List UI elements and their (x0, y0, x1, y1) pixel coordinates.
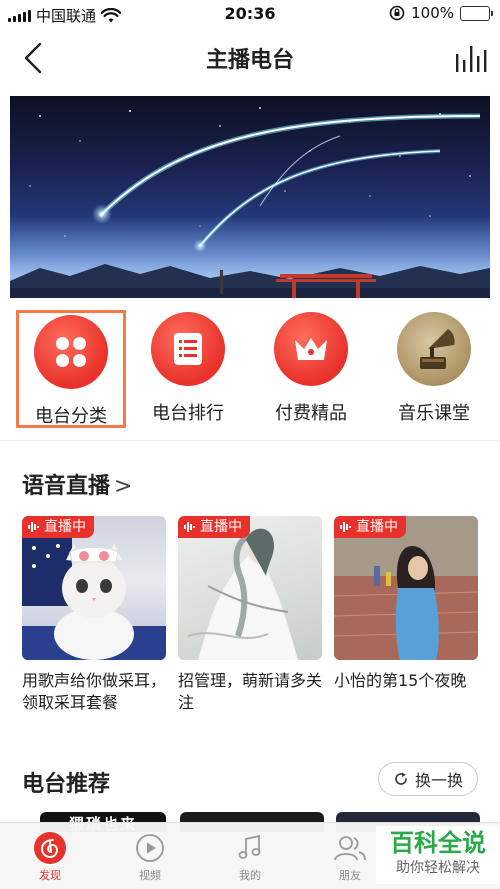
watermark-main: 百科全说 (390, 829, 486, 857)
tab-label: 发现 (39, 869, 61, 882)
play-video-icon (136, 834, 164, 862)
live-badge-label: 直播中 (44, 519, 86, 535)
live-section-title[interactable]: 语音直播 > (22, 468, 132, 500)
live-card[interactable]: 直播中 用歌声给你做采耳，领取采耳套餐 (22, 516, 166, 714)
radio-section-title: 电台推荐 (22, 772, 111, 797)
list-icon (151, 312, 225, 386)
gramophone-icon (397, 312, 471, 386)
category-radio-ranking[interactable]: 电台排行 (133, 310, 243, 428)
battery-icon (460, 5, 493, 21)
live-badge-label: 直播中 (200, 519, 242, 535)
live-card-thumbnail: 直播中 (334, 516, 478, 660)
sound-wave-icon (184, 522, 195, 532)
live-card[interactable]: 直播中 招管理，萌新请多关注 (178, 516, 322, 714)
grid-clover-icon (34, 315, 108, 389)
category-paid-premium[interactable]: 付费精品 (256, 310, 366, 428)
tab-label: 视频 (139, 869, 161, 882)
equalizer-icon[interactable] (452, 40, 488, 76)
status-bar: 中国联通 20:36 100% (0, 0, 500, 28)
swap-button[interactable]: 换一换 (377, 762, 478, 796)
chevron-left-icon[interactable] (14, 38, 54, 78)
category-label: 电台分类 (35, 406, 107, 427)
live-card-thumbnail: 直播中 (22, 516, 166, 660)
divider (0, 440, 500, 441)
tab-label: 我的 (239, 869, 261, 882)
watermark-sub: 助你轻松解决 (396, 860, 480, 876)
live-card[interactable]: 直播中 小怡的第15个夜晚 (334, 516, 478, 692)
category-grid: 电台分类 电台排行 付费精品 音乐课堂 (0, 300, 500, 438)
crown-icon (274, 312, 348, 386)
nav-bar: 主播电台 (0, 28, 500, 86)
netease-music-icon (34, 832, 66, 864)
live-card-thumbnail: 直播中 (178, 516, 322, 660)
refresh-icon (395, 772, 407, 785)
live-card-title: 用歌声给你做采耳，领取采耳套餐 (22, 671, 167, 712)
swap-label: 换一换 (414, 771, 463, 790)
radio-page: 中国联通 20:36 100% 主播电台 电台分类 电台排行 付费精品 音乐课堂… (0, 0, 500, 889)
friends-icon (334, 836, 366, 861)
chevron-right-icon: > (114, 474, 133, 499)
banner-illustration (10, 107, 490, 298)
tab-video[interactable]: 视频 (100, 829, 200, 883)
category-music-class[interactable]: 音乐课堂 (379, 310, 489, 428)
live-badge: 直播中 (178, 516, 250, 538)
watermark: 百科全说 助你轻松解决 (376, 826, 500, 884)
live-badge-label: 直播中 (356, 519, 398, 535)
category-label: 音乐课堂 (398, 403, 470, 424)
rotation-lock-icon (389, 5, 405, 21)
page-title: 主播电台 (205, 48, 294, 73)
live-card-title: 小怡的第15个夜晚 (334, 671, 467, 690)
music-note-icon (238, 834, 261, 859)
category-label: 付费精品 (275, 403, 347, 424)
live-badge: 直播中 (22, 516, 94, 538)
sound-wave-icon (28, 522, 39, 532)
tab-mine[interactable]: 我的 (200, 829, 300, 883)
category-radio-classify[interactable]: 电台分类 (16, 310, 126, 428)
live-badge: 直播中 (334, 516, 406, 538)
tab-discover[interactable]: 发现 (0, 829, 100, 883)
live-section-label: 语音直播 (22, 474, 111, 499)
status-right: 100% (389, 4, 493, 22)
battery-percent: 100% (411, 4, 454, 22)
banner-image[interactable] (10, 96, 490, 298)
live-card-title: 招管理，萌新请多关注 (178, 671, 323, 712)
sound-wave-icon (340, 522, 351, 532)
category-label: 电台排行 (152, 403, 224, 424)
